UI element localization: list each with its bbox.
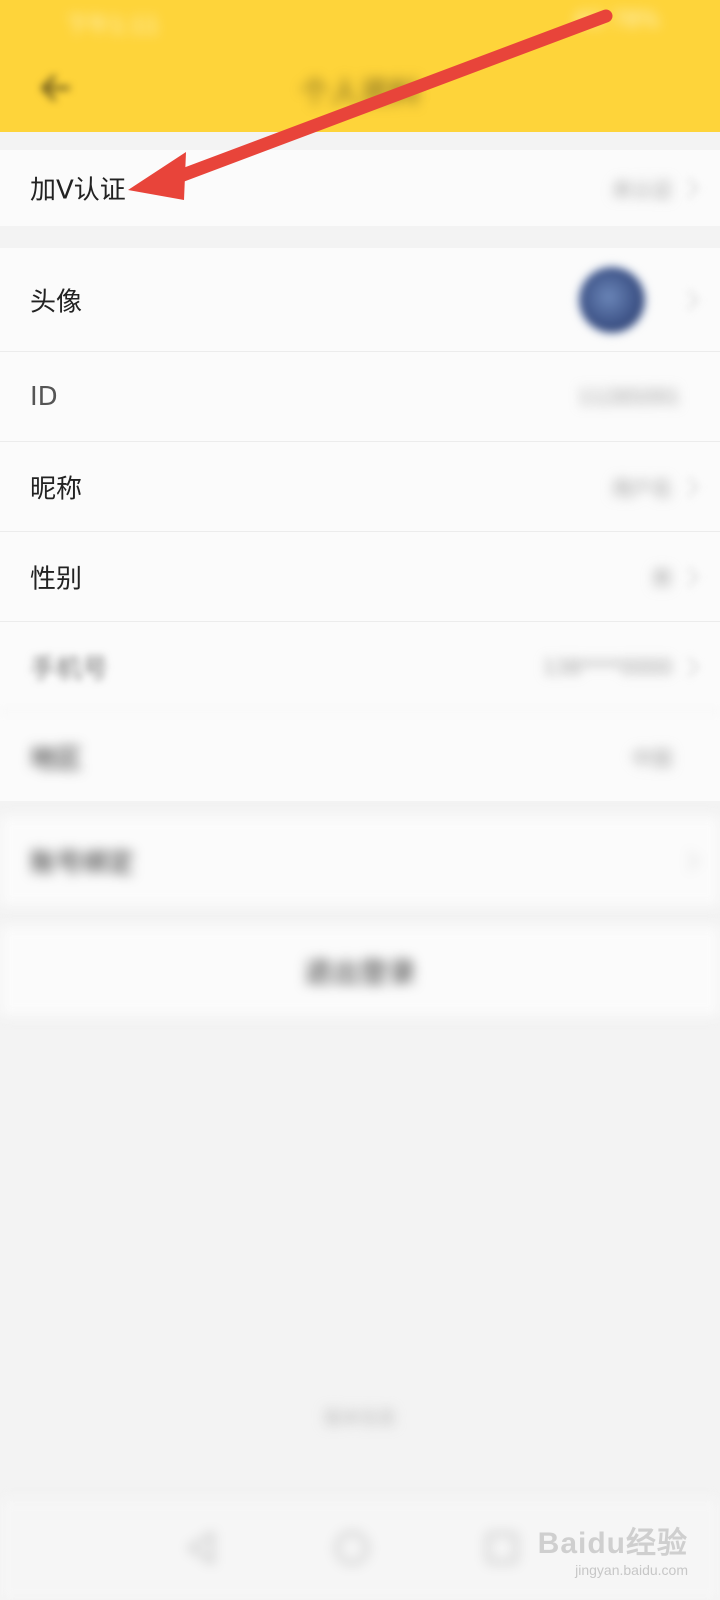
chevron-right-icon [679,289,699,310]
status-time: 下午1:11 [66,14,160,39]
region-row[interactable]: 地区 中国 [0,712,720,801]
avatar-row[interactable]: 头像 [0,248,720,352]
chevron-right-icon [679,178,699,198]
watermark-logo: Baidu经验 [537,1527,688,1560]
id-value: 11285091 [578,384,680,409]
nav-recent-button[interactable] [482,1528,522,1568]
region-value: 中国 [632,746,672,770]
gender-value: 男 [652,566,672,590]
status-indicators: 4G 78% [573,8,660,33]
status-bar: 下午1:11 4G 78% [0,0,720,40]
gender-label: 性别 [30,564,83,594]
verify-status: 未认证 [612,177,672,202]
region-label: 地区 [30,744,83,774]
top-bar: 下午1:11 4G 78% 个人资料 [0,0,720,132]
logout-section: 退出登录 [0,926,720,1016]
square-recent-icon [486,1532,518,1564]
id-label: ID [30,381,58,412]
verification-section: 加V认证 未认证 [0,150,720,226]
id-row: ID 11285091 [0,352,720,442]
gender-row[interactable]: 性别 男 [0,532,720,622]
watermark-url: jingyan.baidu.com [575,1562,688,1578]
chevron-right-icon [679,476,699,497]
account-binding-row[interactable]: 账号绑定 [0,816,720,906]
chevron-right-icon [679,851,699,871]
version-note: 版本信息 [324,1408,396,1429]
triangle-back-icon [187,1531,214,1565]
page-title: 个人资料 [300,76,420,111]
logout-label: 退出登录 [303,956,416,989]
nav-back-button[interactable] [182,1528,222,1568]
phone-value: 138****0000 [542,654,672,679]
nav-home-button[interactable] [332,1528,372,1568]
chevron-right-icon [679,656,699,677]
profile-section: 头像 ID 11285091 昵称 用户名 性别 男 手机号 138****00… [0,248,720,801]
circle-home-icon [335,1531,369,1565]
phone-label: 手机号 [30,654,109,684]
avatar [580,267,644,332]
logout-button[interactable]: 退出登录 [0,926,720,1016]
account-binding-label: 账号绑定 [30,848,135,879]
chevron-right-icon [679,566,699,587]
account-section: 账号绑定 [0,816,720,906]
verify-row[interactable]: 加V认证 未认证 [0,150,720,226]
baidu-watermark: Baidu经验 jingyan.baidu.com [538,1518,688,1578]
phone-row[interactable]: 手机号 138****0000 [0,622,720,712]
nickname-label: 昵称 [30,474,83,504]
nickname-row[interactable]: 昵称 用户名 [0,442,720,532]
nickname-value: 用户名 [612,476,672,500]
verify-label: 加V认证 [30,175,126,206]
avatar-label: 头像 [30,287,83,317]
